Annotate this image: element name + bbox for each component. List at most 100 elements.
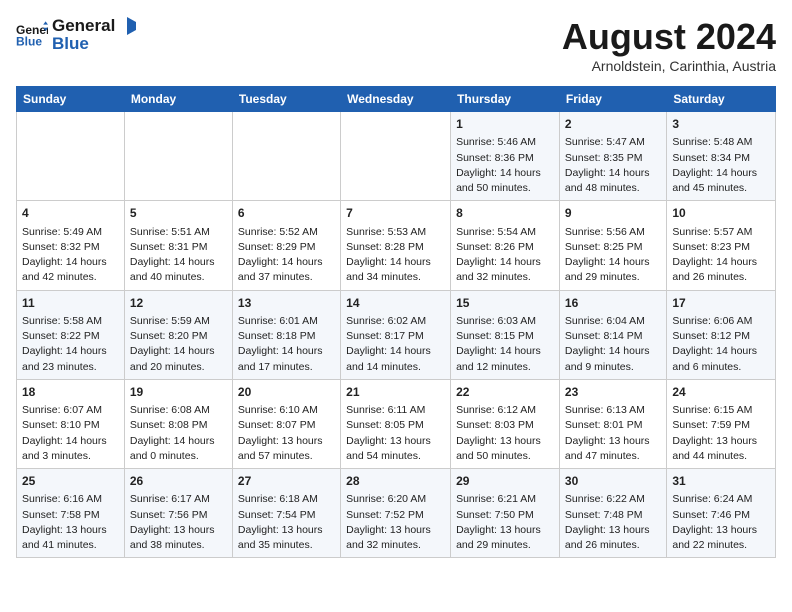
- calendar-cell: 20 Sunrise: 6:10 AM Sunset: 8:07 PM Dayli…: [232, 379, 340, 468]
- day-number: 12: [130, 295, 227, 312]
- calendar-cell: 26Sunrise: 6:17 AM Sunset: 7:56 PM Dayli…: [124, 469, 232, 558]
- calendar-week-3: 11 Sunrise: 5:58 AM Sunset: 8:22 PM Dayli…: [17, 290, 776, 379]
- day-number: 27: [238, 473, 335, 490]
- cell-content: Sunrise: 6:21 AM Sunset: 7:50 PM Dayligh…: [456, 492, 554, 553]
- day-number: 7: [346, 205, 445, 222]
- day-number: 11: [22, 295, 119, 312]
- calendar-cell: 22 Sunrise: 6:12 AM Sunset: 8:03 PM Dayli…: [451, 379, 560, 468]
- calendar-cell: [341, 112, 451, 201]
- cell-content: Sunrise: 5:47 AM Sunset: 8:35 PM Dayligh…: [565, 135, 661, 196]
- day-number: 8: [456, 205, 554, 222]
- calendar-table: SundayMondayTuesdayWednesdayThursdayFrid…: [16, 86, 776, 558]
- cell-content: Sunrise: 6:24 AM Sunset: 7:46 PM Dayligh…: [672, 492, 770, 553]
- calendar-cell: 30 Sunrise: 6:22 AM Sunset: 7:48 PM Dayli…: [559, 469, 666, 558]
- day-number: 3: [672, 116, 770, 133]
- calendar-cell: [124, 112, 232, 201]
- day-number: 14: [346, 295, 445, 312]
- day-header-sunday: Sunday: [17, 87, 125, 112]
- day-number: 10: [672, 205, 770, 222]
- calendar-cell: 16 Sunrise: 6:04 AM Sunset: 8:14 PM Dayli…: [559, 290, 666, 379]
- cell-content: Sunrise: 5:52 AM Sunset: 8:29 PM Dayligh…: [238, 225, 335, 286]
- calendar-cell: 31Sunrise: 6:24 AM Sunset: 7:46 PM Dayli…: [667, 469, 776, 558]
- day-number: 24: [672, 384, 770, 401]
- cell-content: Sunrise: 6:15 AM Sunset: 7:59 PM Dayligh…: [672, 403, 770, 464]
- day-number: 23: [565, 384, 661, 401]
- cell-content: Sunrise: 6:12 AM Sunset: 8:03 PM Dayligh…: [456, 403, 554, 464]
- day-number: 25: [22, 473, 119, 490]
- calendar-cell: [232, 112, 340, 201]
- cell-content: Sunrise: 6:13 AM Sunset: 8:01 PM Dayligh…: [565, 403, 661, 464]
- cell-content: Sunrise: 6:11 AM Sunset: 8:05 PM Dayligh…: [346, 403, 445, 464]
- page-header: General Blue General Blue August 2024 Ar…: [16, 16, 776, 74]
- svg-text:Blue: Blue: [16, 34, 42, 48]
- cell-content: Sunrise: 6:08 AM Sunset: 8:08 PM Dayligh…: [130, 403, 227, 464]
- calendar-week-1: 1 Sunrise: 5:46 AM Sunset: 8:36 PM Daylig…: [17, 112, 776, 201]
- cell-content: Sunrise: 6:16 AM Sunset: 7:58 PM Dayligh…: [22, 492, 119, 553]
- cell-content: Sunrise: 5:53 AM Sunset: 8:28 PM Dayligh…: [346, 225, 445, 286]
- cell-content: Sunrise: 6:20 AM Sunset: 7:52 PM Dayligh…: [346, 492, 445, 553]
- day-number: 6: [238, 205, 335, 222]
- logo: General Blue General Blue: [16, 16, 136, 54]
- day-number: 28: [346, 473, 445, 490]
- day-header-saturday: Saturday: [667, 87, 776, 112]
- day-number: 2: [565, 116, 661, 133]
- day-number: 30: [565, 473, 661, 490]
- calendar-cell: 5Sunrise: 5:51 AM Sunset: 8:31 PM Daylig…: [124, 201, 232, 290]
- calendar-cell: 2 Sunrise: 5:47 AM Sunset: 8:35 PM Daylig…: [559, 112, 666, 201]
- day-number: 9: [565, 205, 661, 222]
- day-header-tuesday: Tuesday: [232, 87, 340, 112]
- day-header-monday: Monday: [124, 87, 232, 112]
- calendar-cell: 25 Sunrise: 6:16 AM Sunset: 7:58 PM Dayli…: [17, 469, 125, 558]
- day-number: 16: [565, 295, 661, 312]
- cell-content: Sunrise: 6:01 AM Sunset: 8:18 PM Dayligh…: [238, 314, 335, 375]
- cell-content: Sunrise: 6:06 AM Sunset: 8:12 PM Dayligh…: [672, 314, 770, 375]
- calendar-cell: 4 Sunrise: 5:49 AM Sunset: 8:32 PM Daylig…: [17, 201, 125, 290]
- calendar-cell: 15 Sunrise: 6:03 AM Sunset: 8:15 PM Dayli…: [451, 290, 560, 379]
- day-number: 4: [22, 205, 119, 222]
- cell-content: Sunrise: 5:54 AM Sunset: 8:26 PM Dayligh…: [456, 225, 554, 286]
- calendar-cell: 19 Sunrise: 6:08 AM Sunset: 8:08 PM Dayli…: [124, 379, 232, 468]
- calendar-cell: 10 Sunrise: 5:57 AM Sunset: 8:23 PM Dayli…: [667, 201, 776, 290]
- day-number: 20: [238, 384, 335, 401]
- day-number: 13: [238, 295, 335, 312]
- day-number: 26: [130, 473, 227, 490]
- calendar-cell: 3Sunrise: 5:48 AM Sunset: 8:34 PM Daylig…: [667, 112, 776, 201]
- calendar-cell: 23 Sunrise: 6:13 AM Sunset: 8:01 PM Dayli…: [559, 379, 666, 468]
- calendar-cell: 11 Sunrise: 5:58 AM Sunset: 8:22 PM Dayli…: [17, 290, 125, 379]
- day-number: 5: [130, 205, 227, 222]
- calendar-cell: 6 Sunrise: 5:52 AM Sunset: 8:29 PM Daylig…: [232, 201, 340, 290]
- cell-content: Sunrise: 5:46 AM Sunset: 8:36 PM Dayligh…: [456, 135, 554, 196]
- location-subtitle: Arnoldstein, Carinthia, Austria: [562, 58, 776, 74]
- cell-content: Sunrise: 6:07 AM Sunset: 8:10 PM Dayligh…: [22, 403, 119, 464]
- day-number: 22: [456, 384, 554, 401]
- day-number: 29: [456, 473, 554, 490]
- cell-content: Sunrise: 6:02 AM Sunset: 8:17 PM Dayligh…: [346, 314, 445, 375]
- title-area: August 2024 Arnoldstein, Carinthia, Aust…: [562, 16, 776, 74]
- logo-blue: Blue: [52, 34, 136, 54]
- calendar-cell: 17Sunrise: 6:06 AM Sunset: 8:12 PM Dayli…: [667, 290, 776, 379]
- cell-content: Sunrise: 5:58 AM Sunset: 8:22 PM Dayligh…: [22, 314, 119, 375]
- day-number: 15: [456, 295, 554, 312]
- day-header-thursday: Thursday: [451, 87, 560, 112]
- calendar-cell: 27 Sunrise: 6:18 AM Sunset: 7:54 PM Dayli…: [232, 469, 340, 558]
- day-number: 18: [22, 384, 119, 401]
- cell-content: Sunrise: 5:59 AM Sunset: 8:20 PM Dayligh…: [130, 314, 227, 375]
- cell-content: Sunrise: 6:10 AM Sunset: 8:07 PM Dayligh…: [238, 403, 335, 464]
- cell-content: Sunrise: 5:49 AM Sunset: 8:32 PM Dayligh…: [22, 225, 119, 286]
- month-title: August 2024: [562, 16, 776, 58]
- cell-content: Sunrise: 6:03 AM Sunset: 8:15 PM Dayligh…: [456, 314, 554, 375]
- cell-content: Sunrise: 5:57 AM Sunset: 8:23 PM Dayligh…: [672, 225, 770, 286]
- day-header-friday: Friday: [559, 87, 666, 112]
- day-number: 1: [456, 116, 554, 133]
- cell-content: Sunrise: 6:18 AM Sunset: 7:54 PM Dayligh…: [238, 492, 335, 553]
- day-number: 19: [130, 384, 227, 401]
- cell-content: Sunrise: 6:22 AM Sunset: 7:48 PM Dayligh…: [565, 492, 661, 553]
- cell-content: Sunrise: 5:56 AM Sunset: 8:25 PM Dayligh…: [565, 225, 661, 286]
- calendar-cell: 29 Sunrise: 6:21 AM Sunset: 7:50 PM Dayli…: [451, 469, 560, 558]
- logo-arrow-icon: [118, 17, 136, 35]
- calendar-cell: 18 Sunrise: 6:07 AM Sunset: 8:10 PM Dayli…: [17, 379, 125, 468]
- logo-general: General: [52, 16, 115, 36]
- calendar-cell: 28 Sunrise: 6:20 AM Sunset: 7:52 PM Dayli…: [341, 469, 451, 558]
- day-header-wednesday: Wednesday: [341, 87, 451, 112]
- cell-content: Sunrise: 6:04 AM Sunset: 8:14 PM Dayligh…: [565, 314, 661, 375]
